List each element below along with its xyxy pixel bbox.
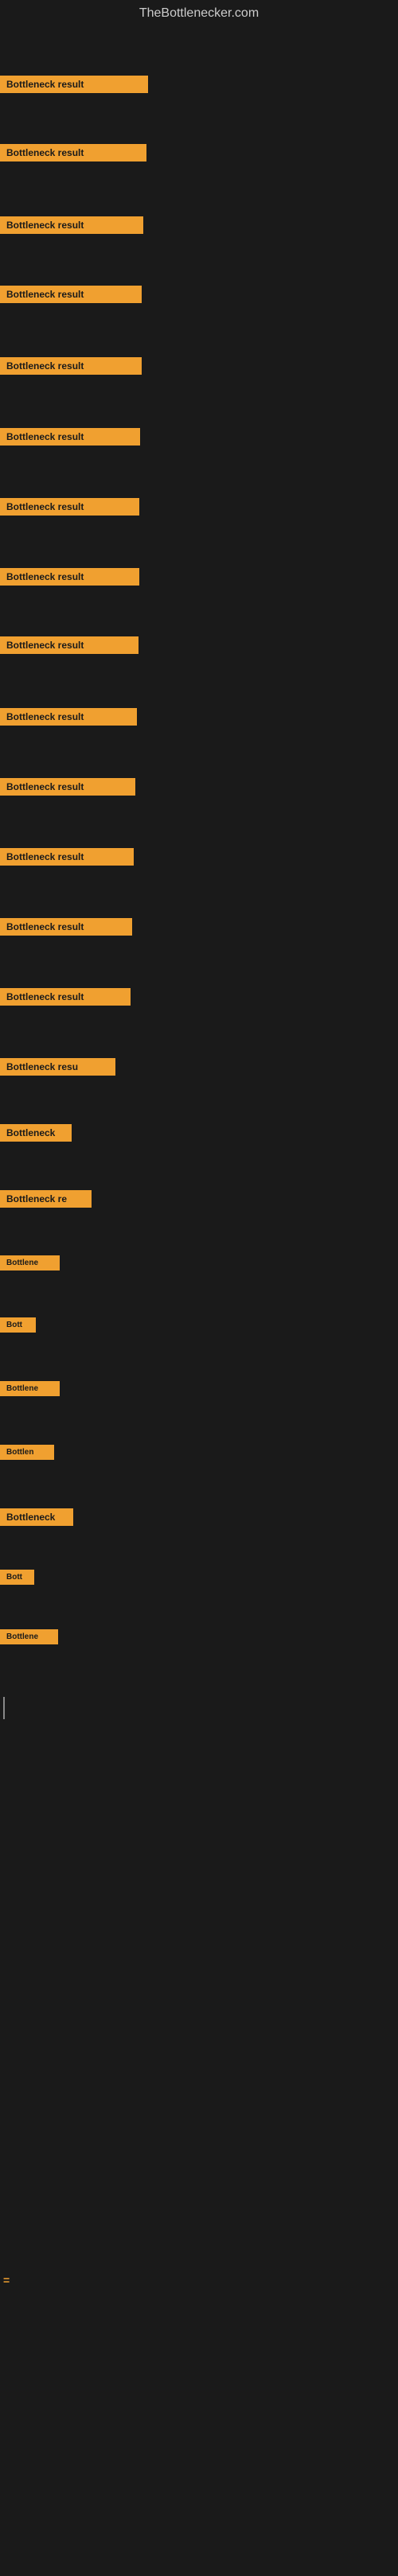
bottleneck-bar-15: Bottleneck resu (0, 1058, 115, 1076)
bottleneck-label-16: Bottleneck (0, 1124, 72, 1142)
bottleneck-bar-4: Bottleneck result (0, 286, 142, 303)
bottleneck-bar-9: Bottleneck result (0, 636, 139, 654)
bottleneck-bar-14: Bottleneck result (0, 988, 131, 1006)
bottleneck-label-13: Bottleneck result (0, 918, 132, 936)
bottleneck-label-24: Bottlene (0, 1629, 58, 1644)
bottleneck-bar-2: Bottleneck result (0, 144, 146, 161)
bottleneck-label-7: Bottleneck result (0, 498, 139, 516)
bottleneck-label-12: Bottleneck result (0, 848, 134, 866)
bottleneck-label-10: Bottleneck result (0, 708, 137, 726)
bottleneck-label-21: Bottlen (0, 1445, 54, 1460)
bottleneck-bar-21: Bottlen (0, 1445, 54, 1460)
bottleneck-bar-17: Bottleneck re (0, 1190, 92, 1208)
bottleneck-bar-10: Bottleneck result (0, 708, 137, 726)
bottleneck-bar-23: Bott (0, 1570, 34, 1585)
bottleneck-label-6: Bottleneck result (0, 428, 140, 446)
bottleneck-bar-12: Bottleneck result (0, 848, 134, 866)
bottleneck-bar-8: Bottleneck result (0, 568, 139, 586)
bottleneck-bar-1: Bottleneck result (0, 76, 148, 93)
bottleneck-bar-19: Bott (0, 1317, 36, 1333)
bottleneck-bar-5: Bottleneck result (0, 357, 142, 375)
bottleneck-label-5: Bottleneck result (0, 357, 142, 375)
small-item-1: = (3, 2274, 10, 2286)
bottleneck-bar-16: Bottleneck (0, 1124, 72, 1142)
bottleneck-label-22: Bottleneck (0, 1508, 73, 1526)
bottleneck-bar-13: Bottleneck result (0, 918, 132, 936)
bottleneck-bar-24: Bottlene (0, 1629, 58, 1644)
bottleneck-label-17: Bottleneck re (0, 1190, 92, 1208)
bottleneck-label-20: Bottlene (0, 1381, 60, 1396)
bottleneck-label-8: Bottleneck result (0, 568, 139, 586)
bottleneck-label-9: Bottleneck result (0, 636, 139, 654)
bottleneck-bar-7: Bottleneck result (0, 498, 139, 516)
bottleneck-label-15: Bottleneck resu (0, 1058, 115, 1076)
bottleneck-bar-3: Bottleneck result (0, 216, 143, 234)
bottleneck-label-1: Bottleneck result (0, 76, 148, 93)
bottleneck-label-2: Bottleneck result (0, 144, 146, 161)
bottleneck-bar-18: Bottlene (0, 1255, 60, 1270)
bottleneck-label-18: Bottlene (0, 1255, 60, 1270)
bottleneck-label-4: Bottleneck result (0, 286, 142, 303)
bottleneck-bar-6: Bottleneck result (0, 428, 140, 446)
cursor-line (3, 1697, 5, 1719)
site-title: TheBottlenecker.com (0, 0, 398, 30)
bottleneck-bar-22: Bottleneck (0, 1508, 73, 1526)
bottleneck-label-11: Bottleneck result (0, 778, 135, 796)
bottleneck-bar-11: Bottleneck result (0, 778, 135, 796)
bottleneck-label-23: Bott (0, 1570, 34, 1585)
bottleneck-label-3: Bottleneck result (0, 216, 143, 234)
bottleneck-label-19: Bott (0, 1317, 36, 1333)
bottleneck-bar-20: Bottlene (0, 1381, 60, 1396)
bottleneck-label-14: Bottleneck result (0, 988, 131, 1006)
